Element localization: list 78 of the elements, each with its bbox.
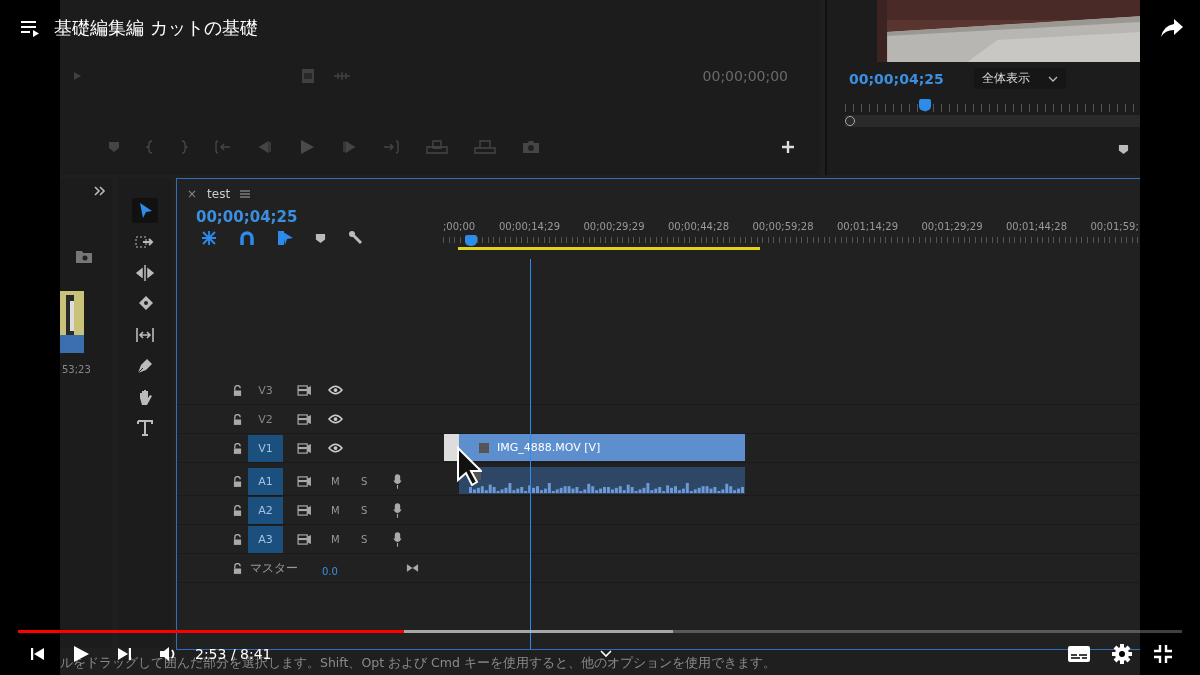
wrench-icon[interactable] — [348, 230, 364, 246]
ruler-label: ;00;00 — [443, 221, 477, 232]
magnet-icon[interactable] — [239, 230, 255, 246]
ruler-label: 00;01;44;28 — [1006, 221, 1068, 232]
ruler-label: 00;00;29;29 — [583, 221, 646, 232]
eye-icon[interactable] — [328, 414, 343, 424]
menu-icon[interactable] — [240, 190, 251, 198]
sync-lock-icon[interactable] — [297, 533, 312, 545]
subtitles-icon[interactable] — [1068, 646, 1090, 662]
lock-icon[interactable] — [233, 504, 242, 516]
lock-icon[interactable] — [233, 442, 242, 454]
time-ruler[interactable]: ;00;00 00;00;14;29 00;00;29;29 00;00;44;28 00;00;59;28 00;01;14;29 00;01;29;29 00;01;44;28 00;01;59; — [443, 201, 1140, 263]
clip-name: IMG_4888.MOV [V] — [497, 441, 601, 454]
source-timecode: 00;00;00;00 — [702, 68, 788, 84]
playlist-icon[interactable] — [20, 19, 40, 37]
marker-icon[interactable] — [108, 141, 120, 153]
bowtie-icon[interactable] — [405, 563, 419, 573]
settings-icon[interactable] — [1112, 644, 1132, 664]
ruler-label: 00;01;29;29 — [921, 221, 984, 232]
solo-toggle[interactable]: S — [361, 533, 373, 545]
sync-lock-icon[interactable] — [297, 504, 312, 516]
microphone-icon[interactable] — [393, 502, 402, 518]
track-target[interactable]: A2 — [248, 496, 283, 524]
marker-icon[interactable] — [1118, 144, 1129, 155]
eye-icon[interactable] — [328, 385, 343, 395]
track-target[interactable]: V2 — [248, 405, 283, 433]
track-target[interactable]: A1 — [248, 467, 283, 495]
marker-icon[interactable] — [315, 232, 326, 244]
plus-icon[interactable] — [782, 141, 794, 153]
chevron-double-right-icon[interactable] — [94, 186, 106, 196]
solo-toggle[interactable]: S — [361, 504, 373, 516]
progress-bar[interactable] — [18, 630, 1182, 633]
linked-selection-icon[interactable] — [277, 230, 293, 246]
sequence-tab[interactable]: test — [207, 187, 231, 201]
close-icon[interactable]: × — [187, 187, 198, 201]
lock-icon[interactable] — [233, 384, 242, 396]
ruler-label: 00;01;59; — [1090, 221, 1140, 232]
track-target[interactable]: V1 — [248, 434, 283, 462]
eye-icon[interactable] — [328, 443, 343, 453]
lock-icon[interactable] — [233, 533, 242, 545]
mute-toggle[interactable]: M — [331, 475, 343, 487]
mute-toggle[interactable]: M — [331, 533, 343, 545]
volume-value[interactable]: 0.0 — [322, 565, 338, 577]
fx-icon — [479, 442, 489, 453]
mute-toggle[interactable]: M — [331, 504, 343, 516]
nest-icon[interactable] — [201, 230, 217, 246]
lock-icon[interactable] — [233, 413, 242, 425]
sync-lock-icon[interactable] — [297, 475, 312, 487]
track-target[interactable]: A3 — [248, 525, 283, 553]
playhead[interactable] — [465, 235, 477, 246]
video-title[interactable]: 基礎編集編 カットの基礎 — [54, 16, 258, 40]
track-name: マスター — [250, 559, 298, 577]
solo-toggle[interactable]: S — [361, 475, 373, 487]
audio-clip[interactable] — [459, 467, 745, 494]
sync-lock-icon[interactable] — [297, 413, 312, 425]
ruler-label: 00;00;14;29 — [499, 221, 561, 232]
sync-lock-icon[interactable] — [297, 384, 312, 396]
microphone-icon[interactable] — [393, 473, 402, 489]
clip-duration: 53;23 — [62, 364, 91, 375]
sync-lock-icon[interactable] — [297, 442, 312, 454]
program-timecode: 00;00;04;25 — [849, 70, 944, 87]
exit-fullscreen-icon[interactable] — [1154, 645, 1172, 663]
lock-icon[interactable] — [233, 562, 242, 574]
previous-icon[interactable] — [31, 647, 45, 661]
ruler-label: 00;00;44;28 — [668, 221, 730, 232]
video-clip[interactable]: IMG_4888.MOV [V] — [444, 434, 745, 461]
selection-tool-icon[interactable] — [132, 198, 158, 223]
ruler-label: 00;01;14;29 — [837, 221, 899, 232]
chevron-down-icon — [1047, 75, 1058, 82]
track-target[interactable]: V3 — [248, 376, 283, 404]
share-icon[interactable] — [1160, 18, 1184, 38]
zoom-dropdown[interactable]: 全体表示 — [973, 68, 1066, 89]
lock-icon[interactable] — [233, 475, 242, 487]
chevron-down-icon[interactable] — [599, 650, 612, 658]
microphone-icon[interactable] — [393, 531, 402, 547]
timeline-timecode: 00;00;04;25 — [196, 208, 298, 226]
ruler-label: 00;00;59;28 — [752, 221, 815, 232]
folder-search-icon[interactable] — [76, 249, 92, 263]
